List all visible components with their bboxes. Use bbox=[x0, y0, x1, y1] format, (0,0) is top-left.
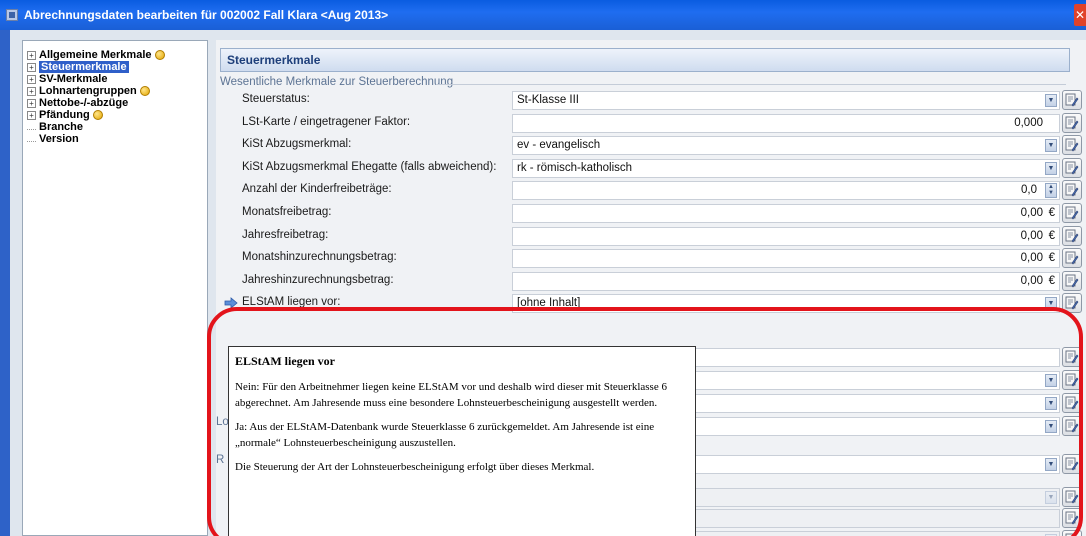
window-frame-left bbox=[0, 30, 10, 536]
expand-icon[interactable]: + bbox=[27, 110, 36, 120]
tree-item[interactable]: + Steuermerkmale bbox=[27, 61, 207, 73]
panel-title: Steuermerkmale bbox=[220, 48, 1070, 72]
input-field[interactable]: 0,0 ▲ ▼ bbox=[512, 181, 1060, 201]
window-title: Abrechnungsdaten bearbeiten für 002002 F… bbox=[24, 8, 389, 22]
tree-item-label: Lohnartengruppen bbox=[39, 85, 137, 97]
field-value: 0,0 bbox=[1021, 184, 1037, 197]
spinner-icon[interactable]: ▲ ▼ bbox=[1045, 183, 1057, 199]
field-value: 0,00 bbox=[1020, 207, 1043, 219]
field-label: Jahreshinzurechnungsbetrag: bbox=[242, 273, 394, 286]
chevron-down-icon[interactable]: ▼ bbox=[1045, 94, 1057, 107]
field-value: St-Klasse III bbox=[517, 94, 579, 106]
tree-item-label: Nettobe-/-abzüge bbox=[39, 97, 129, 109]
tree-item-label: Version bbox=[39, 133, 79, 145]
input-field[interactable]: 0,00 € bbox=[512, 271, 1060, 291]
tree-item[interactable]: + Nettobe-/-abzüge bbox=[27, 97, 207, 109]
field-value: 0,00 bbox=[1020, 229, 1043, 242]
title-bar: Abrechnungsdaten bearbeiten für 002002 F… bbox=[0, 0, 1086, 30]
field-label: Jahresfreibetrag: bbox=[242, 228, 329, 241]
close-button[interactable]: ✕ bbox=[1074, 4, 1086, 26]
edit-note-button[interactable] bbox=[1062, 225, 1082, 246]
form-row: Monatshinzurechnungsbetrag: 0,00 € bbox=[216, 248, 1086, 270]
app-icon bbox=[6, 9, 18, 21]
group-divider bbox=[436, 84, 1066, 85]
form-row: LSt-Karte / eingetragener Faktor: 0,000 bbox=[216, 112, 1086, 135]
expand-icon[interactable]: + bbox=[27, 50, 36, 60]
field-value: rk - römisch-katholisch bbox=[517, 161, 633, 174]
tree-item-label: Pfändung bbox=[39, 109, 90, 121]
tree-item[interactable]: + SV-Merkmale bbox=[27, 73, 207, 85]
euro-unit: € bbox=[1048, 252, 1055, 265]
navigation-tree: + Allgemeine Merkmale + Steuermerkmale + SV-M… bbox=[22, 40, 208, 536]
field-label: Anzahl der Kinderfreibeträge: bbox=[242, 183, 392, 196]
tree-line bbox=[27, 136, 36, 142]
form-row: Jahresfreibetrag: 0,00 € bbox=[216, 225, 1086, 248]
select-field[interactable]: St-Klasse III ▼ bbox=[512, 91, 1060, 110]
form-row: KiSt Abzugsmerkmal: ev - evangelisch ▼ bbox=[216, 135, 1086, 157]
form-row: Anzahl der Kinderfreibeträge: 0,0 ▲ ▼ bbox=[216, 180, 1086, 202]
field-value: 0,000 bbox=[1014, 116, 1043, 129]
tooltip-paragraph-control: Die Steuerung der Art der Lohnsteuerbesc… bbox=[235, 461, 595, 473]
input-field[interactable]: 0,000 bbox=[512, 113, 1060, 133]
tree-item-label: Steuermerkmale bbox=[39, 61, 129, 73]
field-label: Monatshinzurechnungsbetrag: bbox=[242, 251, 397, 264]
edit-note-button[interactable] bbox=[1062, 270, 1082, 291]
edit-note-button[interactable] bbox=[1062, 248, 1082, 269]
field-value: ev - evangelisch bbox=[517, 139, 601, 152]
tooltip-paragraph-no: Nein: Für den Arbeitnehmer liegen keine … bbox=[235, 381, 667, 409]
expand-icon[interactable]: + bbox=[27, 86, 36, 96]
form-row: KiSt Abzugsmerkmal Ehegatte (falls abwei… bbox=[216, 157, 1086, 180]
help-tooltip: ELStAM liegen vor Nein: Für den Arbeitne… bbox=[228, 346, 696, 536]
edit-note-button[interactable] bbox=[1062, 157, 1082, 178]
select-field[interactable]: rk - römisch-katholisch ▼ bbox=[512, 158, 1060, 178]
input-field[interactable]: 0,00 € bbox=[512, 249, 1060, 269]
field-label: KiSt Abzugsmerkmal: bbox=[242, 138, 352, 151]
tree-item-label: Allgemeine Merkmale bbox=[39, 49, 152, 61]
tree-item-label: Branche bbox=[39, 121, 84, 133]
tooltip-paragraph-yes: Ja: Aus der ELStAM-Datenbank wurde Steue… bbox=[235, 421, 655, 449]
input-field[interactable]: 0,00 € bbox=[512, 226, 1060, 246]
field-label: Monatsfreibetrag: bbox=[242, 206, 332, 218]
edit-note-button[interactable] bbox=[1062, 112, 1082, 133]
tree-item[interactable]: + Allgemeine Merkmale bbox=[27, 49, 207, 61]
form-row: Monatsfreibetrag: 0,00 € bbox=[216, 203, 1086, 225]
field-value: 0,00 bbox=[1020, 274, 1043, 287]
input-field[interactable]: 0,00 € bbox=[512, 204, 1060, 223]
chevron-down-icon[interactable]: ▼ bbox=[1045, 161, 1057, 175]
tree-item[interactable]: + Pfändung bbox=[27, 109, 207, 121]
coin-icon bbox=[154, 50, 165, 60]
edit-note-button[interactable] bbox=[1062, 203, 1082, 223]
expand-icon[interactable]: + bbox=[27, 74, 36, 84]
coin-icon bbox=[92, 110, 103, 120]
tree-item-label: SV-Merkmale bbox=[39, 73, 108, 85]
expand-icon[interactable]: + bbox=[27, 62, 36, 72]
tree-item[interactable]: Version bbox=[27, 133, 207, 145]
field-label: KiSt Abzugsmerkmal Ehegatte (falls abwei… bbox=[242, 160, 497, 173]
edit-note-button[interactable] bbox=[1062, 90, 1082, 110]
chevron-down-icon[interactable]: ▼ bbox=[1045, 139, 1057, 153]
tree-line bbox=[27, 124, 36, 130]
tree-item[interactable]: Branche bbox=[27, 121, 207, 133]
edit-note-button[interactable] bbox=[1062, 180, 1082, 201]
tooltip-title: ELStAM liegen vor bbox=[235, 354, 335, 368]
edit-note-button[interactable] bbox=[1062, 135, 1082, 156]
form-row: Steuerstatus: St-Klasse III ▼ bbox=[216, 90, 1086, 112]
euro-unit: € bbox=[1048, 207, 1055, 219]
expand-icon[interactable]: + bbox=[27, 98, 36, 108]
select-field[interactable]: ev - evangelisch ▼ bbox=[512, 136, 1060, 156]
group-label: Wesentliche Merkmale zur Steuerberechnun… bbox=[220, 76, 454, 88]
field-label: LSt-Karte / eingetragener Faktor: bbox=[242, 115, 411, 128]
tree-item[interactable]: + Lohnartengruppen bbox=[27, 85, 207, 97]
field-value: 0,00 bbox=[1020, 252, 1043, 265]
euro-unit: € bbox=[1048, 229, 1055, 242]
field-label: Steuerstatus: bbox=[242, 93, 310, 105]
form-row: Jahreshinzurechnungsbetrag: 0,00 € bbox=[216, 270, 1086, 293]
coin-icon bbox=[139, 86, 150, 96]
euro-unit: € bbox=[1048, 274, 1055, 287]
